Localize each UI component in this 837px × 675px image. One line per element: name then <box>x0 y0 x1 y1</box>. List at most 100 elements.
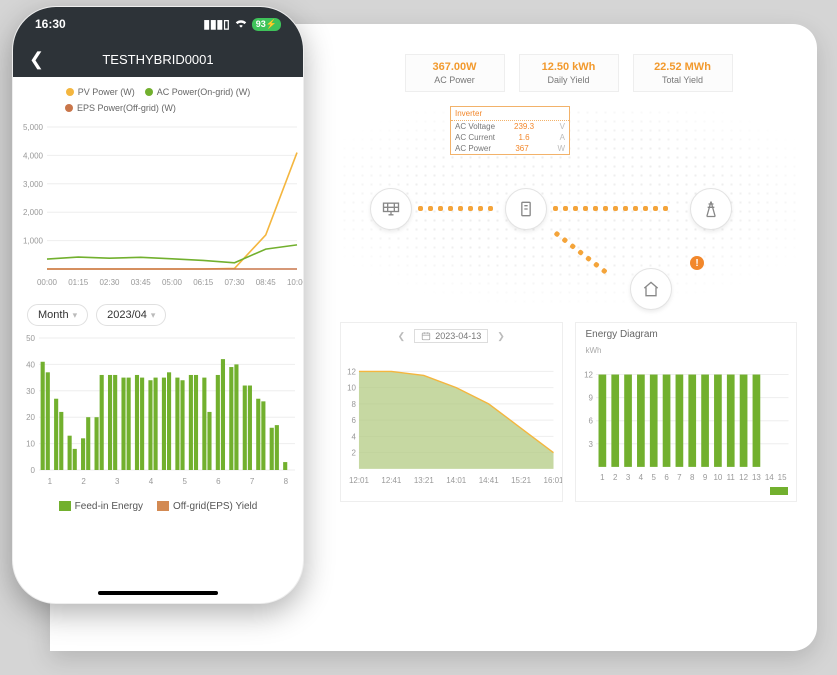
signal-icon: ▮▮▮▯ <box>203 17 229 31</box>
svg-text:5,000: 5,000 <box>23 123 44 132</box>
energy-bar-chart: 01020304050123456789101112 <box>13 330 304 490</box>
svg-text:13:21: 13:21 <box>414 476 435 485</box>
kpi-label: AC Power <box>410 75 500 85</box>
status-right: ▮▮▮▯ 93⚡ <box>203 17 281 31</box>
solar-panel-icon <box>381 199 401 219</box>
svg-text:9: 9 <box>702 473 707 482</box>
svg-text:3: 3 <box>625 473 630 482</box>
svg-text:02:30: 02:30 <box>99 278 120 287</box>
svg-text:5: 5 <box>182 477 187 486</box>
svg-text:3,000: 3,000 <box>23 180 44 189</box>
area-chart: 2468101212:0112:4113:2114:0114:4115:2116… <box>341 349 562 489</box>
desktop-panels: ❮ 2023-04-13 ❯ 2 4 6 8 10 12 12:01 12:41 13:21 14… <box>340 322 797 502</box>
svg-text:10: 10 <box>347 384 356 393</box>
svg-text:40: 40 <box>26 360 35 369</box>
kpi-label: Daily Yield <box>524 75 614 85</box>
svg-text:07:30: 07:30 <box>224 278 245 287</box>
legend-offgrid: Off-grid(EPS) Yield <box>157 501 257 512</box>
flow-inverter-grid <box>553 206 683 211</box>
svg-text:06:15: 06:15 <box>193 278 214 287</box>
line-chart-legend: PV Power (W) AC Power(On-grid) (W) EPS P… <box>13 77 303 121</box>
inverter-icon <box>516 199 536 219</box>
svg-text:05:00: 05:00 <box>162 278 183 287</box>
svg-text:6: 6 <box>216 477 221 486</box>
back-icon[interactable]: ❮ <box>29 49 44 70</box>
svg-text:3: 3 <box>588 440 593 449</box>
svg-text:1: 1 <box>48 477 53 486</box>
legend-pv: PV Power (W) <box>66 87 135 97</box>
svg-text:15: 15 <box>777 473 786 482</box>
svg-text:4: 4 <box>352 432 357 441</box>
next-arrow-icon[interactable]: ❯ <box>494 331 508 342</box>
svg-text:5: 5 <box>651 473 656 482</box>
tooltip-row: AC Power 367 W <box>451 143 569 154</box>
svg-text:12: 12 <box>347 367 356 376</box>
legend-swatch <box>770 487 788 495</box>
page-title: TESTHYBRID0001 <box>13 52 303 67</box>
svg-text:10:00: 10:00 <box>287 278 304 287</box>
svg-text:2,000: 2,000 <box>23 208 44 217</box>
svg-text:8: 8 <box>352 400 357 409</box>
svg-text:13: 13 <box>751 473 760 482</box>
svg-text:6: 6 <box>588 417 593 426</box>
svg-text:08:45: 08:45 <box>256 278 277 287</box>
kpi-row: 367.00W AC Power 12.50 kWh Daily Yield 2… <box>320 54 817 92</box>
svg-text:12:01: 12:01 <box>349 476 370 485</box>
svg-text:03:45: 03:45 <box>131 278 152 287</box>
inverter-node[interactable] <box>505 188 547 230</box>
warning-icon[interactable]: ! <box>690 256 704 270</box>
svg-text:6: 6 <box>352 416 357 425</box>
svg-text:2: 2 <box>81 477 86 486</box>
svg-text:0: 0 <box>31 466 36 475</box>
inverter-info-tooltip: Inverter AC Voltage 239.3 V AC Current 1… <box>450 106 570 155</box>
svg-text:00:00: 00:00 <box>37 278 58 287</box>
phone-frame: 16:30 ▮▮▮▯ 93⚡ ❮ TESTHYBRID0001 PV Power… <box>12 6 304 604</box>
svg-text:6: 6 <box>664 473 669 482</box>
legend-eps: EPS Power(Off-grid) (W) <box>29 103 287 113</box>
home-node[interactable] <box>630 268 672 310</box>
svg-text:14:01: 14:01 <box>446 476 467 485</box>
svg-text:11: 11 <box>726 473 735 482</box>
home-indicator[interactable] <box>98 591 218 595</box>
svg-text:10: 10 <box>713 473 722 482</box>
svg-text:2: 2 <box>352 449 357 458</box>
bar-chart-legend: Feed-in Energy Off-grid(EPS) Yield <box>13 493 303 526</box>
tooltip-title: Inverter <box>451 107 569 121</box>
energy-diagram-panel: Energy Diagram kWh 369121234567891011121… <box>575 322 798 502</box>
svg-text:2: 2 <box>612 473 617 482</box>
panel-title: Energy Diagram <box>576 323 797 346</box>
wifi-icon <box>234 17 248 31</box>
granularity-picker[interactable]: Month▾ <box>27 304 88 326</box>
tooltip-row: AC Current 1.6 A <box>451 132 569 143</box>
svg-text:30: 30 <box>26 387 35 396</box>
picker-row: Month▾ 2023/04▾ <box>13 294 303 330</box>
svg-text:15:21: 15:21 <box>511 476 532 485</box>
kpi-value: 367.00W <box>410 61 500 73</box>
svg-text:14:41: 14:41 <box>479 476 500 485</box>
nav-bar: ❮ TESTHYBRID0001 <box>13 41 303 77</box>
svg-text:3: 3 <box>115 477 120 486</box>
svg-text:9: 9 <box>588 394 593 403</box>
kpi-value: 12.50 kWh <box>524 61 614 73</box>
power-line-chart: 1,0002,0003,0004,0005,00000:0001:1502:30… <box>13 121 304 291</box>
svg-text:12:41: 12:41 <box>381 476 402 485</box>
grid-node[interactable] <box>690 188 732 230</box>
kpi-daily-yield: 12.50 kWh Daily Yield <box>519 54 619 92</box>
svg-text:4,000: 4,000 <box>23 151 44 160</box>
pv-node[interactable] <box>370 188 412 230</box>
kpi-ac-power: 367.00W AC Power <box>405 54 505 92</box>
period-picker[interactable]: 2023/04▾ <box>96 304 166 326</box>
prev-arrow-icon[interactable]: ❮ <box>395 331 409 342</box>
svg-text:1,000: 1,000 <box>23 237 44 246</box>
energy-bar-chart: 36912123456789101112131415 <box>576 355 797 485</box>
svg-text:14: 14 <box>764 473 773 482</box>
svg-text:4: 4 <box>149 477 154 486</box>
tooltip-row: AC Voltage 239.3 V <box>451 121 569 132</box>
legend-ac: AC Power(On-grid) (W) <box>145 87 251 97</box>
svg-text:4: 4 <box>638 473 643 482</box>
house-icon <box>641 279 661 299</box>
date-picker[interactable]: 2023-04-13 <box>414 329 488 343</box>
svg-text:7: 7 <box>250 477 255 486</box>
status-bar: 16:30 ▮▮▮▯ 93⚡ <box>13 7 303 41</box>
area-chart-panel: ❮ 2023-04-13 ❯ 2 4 6 8 10 12 12:01 12:41 13:21 14… <box>340 322 563 502</box>
